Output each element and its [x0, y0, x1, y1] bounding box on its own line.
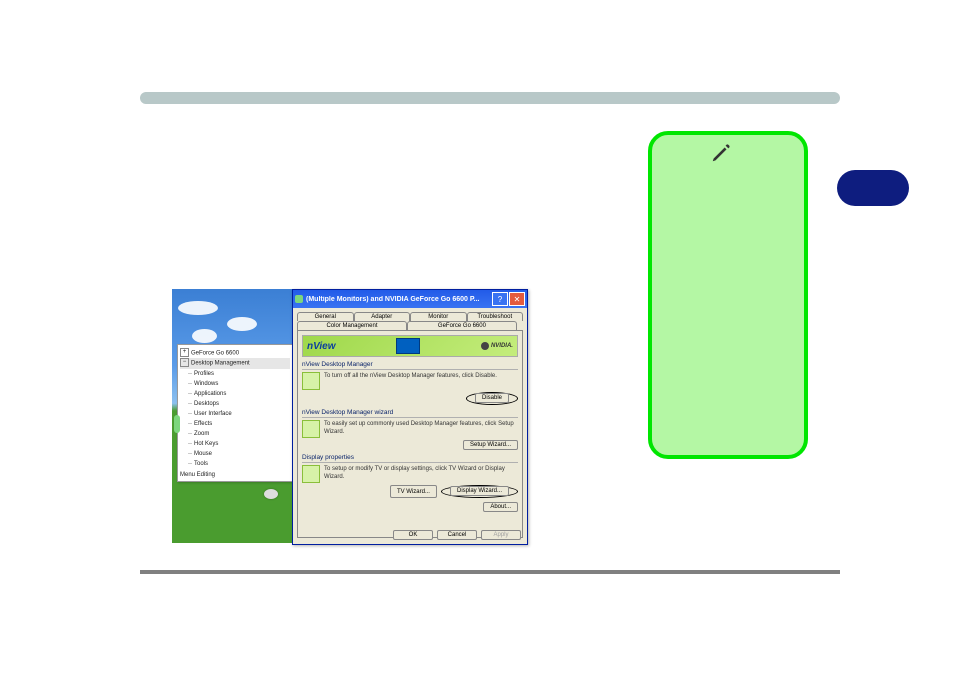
tree-item-zoom[interactable]: Zoom [180, 429, 290, 439]
cancel-button[interactable]: Cancel [437, 530, 477, 540]
tree-item-desktops[interactable]: Desktops [180, 399, 290, 409]
tab-adapter[interactable]: Adapter [354, 312, 411, 321]
tab-color-management[interactable]: Color Management [297, 321, 407, 330]
section-wizard-text: To easily set up commonly used Desktop M… [324, 420, 518, 436]
display-properties-dialog: (Multiple Monitors) and NVIDIA GeForce G… [292, 289, 528, 545]
setup-wizard-button[interactable]: Setup Wizard... [463, 440, 518, 450]
ok-button[interactable]: OK [393, 530, 433, 540]
tab-panel-active: nView NVIDIA. nView Desktop Manager To t… [297, 330, 523, 538]
nvidia-eye-icon [481, 342, 489, 350]
section-disp-props: To setup or modify TV or display setting… [302, 465, 518, 483]
section-nvdm: To turn off all the nView Desktop Manage… [302, 372, 518, 390]
pen-icon [710, 142, 732, 164]
tabs-row-1: General Adapter Monitor Troubleshoot [293, 308, 527, 321]
tree-item-menu-editing[interactable]: Menu Editing [180, 470, 290, 480]
tv-wizard-button[interactable]: TV Wizard... [390, 485, 437, 498]
about-button[interactable]: About... [483, 502, 518, 512]
dialog-titlebar[interactable]: (Multiple Monitors) and NVIDIA GeForce G… [293, 290, 527, 308]
tabs-row-2: Color Management GeForce Go 6600 [293, 321, 527, 330]
close-icon[interactable]: ✕ [509, 292, 525, 306]
section-title-disp-props: Display properties [302, 454, 518, 461]
nview-logo: nView [307, 341, 336, 352]
tree-item-user-interface[interactable]: User Interface [180, 409, 290, 419]
section-wizard: To easily set up commonly used Desktop M… [302, 420, 518, 438]
tab-monitor[interactable]: Monitor [410, 312, 467, 321]
section-title-nvdm: nView Desktop Manager [302, 361, 518, 368]
tree-item-hot-keys[interactable]: Hot Keys [180, 439, 290, 449]
tab-general[interactable]: General [297, 312, 354, 321]
tree-item-effects[interactable]: Effects [180, 419, 290, 429]
display-icon [302, 465, 320, 483]
help-icon[interactable]: ? [492, 292, 508, 306]
nview-banner: nView NVIDIA. [302, 335, 518, 357]
tree-item-windows[interactable]: Windows [180, 379, 290, 389]
tree-item-mouse[interactable]: Mouse [180, 449, 290, 459]
tree-item-profiles[interactable]: Profiles [180, 369, 290, 379]
section-disp-props-text: To setup or modify TV or display setting… [324, 465, 518, 481]
dialog-footer: OK Cancel Apply [293, 530, 527, 540]
screenshot-composite: +GeForce Go 6600 −Desktop Management Pro… [172, 289, 526, 543]
tab-troubleshoot[interactable]: Troubleshoot [467, 312, 524, 321]
tree-item-applications[interactable]: Applications [180, 389, 290, 399]
tree-item-tools[interactable]: Tools [180, 459, 290, 469]
wizard-icon [302, 420, 320, 438]
dialog-title: (Multiple Monitors) and NVIDIA GeForce G… [306, 296, 491, 303]
nvidia-tree-panel: +GeForce Go 6600 −Desktop Management Pro… [177, 344, 293, 482]
system-menu-icon[interactable] [295, 295, 303, 303]
tree-desktop-management[interactable]: −Desktop Management [180, 358, 290, 368]
highlight-ellipse-disable: Disable [466, 392, 518, 405]
tree-root[interactable]: +GeForce Go 6600 [180, 348, 290, 358]
side-blue-badge [837, 170, 909, 206]
apply-button[interactable]: Apply [481, 530, 521, 540]
bottom-divider [140, 570, 840, 574]
disable-button[interactable]: Disable [475, 393, 509, 403]
top-decorative-bar [140, 92, 840, 104]
section-title-wizard: nView Desktop Manager wizard [302, 409, 518, 416]
nvidia-logo: NVIDIA. [481, 342, 513, 350]
tray-device-icon [264, 489, 278, 499]
highlight-ellipse-display-wizard: Display Wizard... [441, 485, 518, 498]
globe-icon [302, 372, 320, 390]
monitor-icon [396, 338, 420, 354]
tab-geforce-go-6600[interactable]: GeForce Go 6600 [407, 321, 517, 330]
section-nvdm-text: To turn off all the nView Desktop Manage… [324, 372, 497, 380]
note-callout [648, 131, 808, 459]
display-wizard-button[interactable]: Display Wizard... [450, 486, 509, 496]
